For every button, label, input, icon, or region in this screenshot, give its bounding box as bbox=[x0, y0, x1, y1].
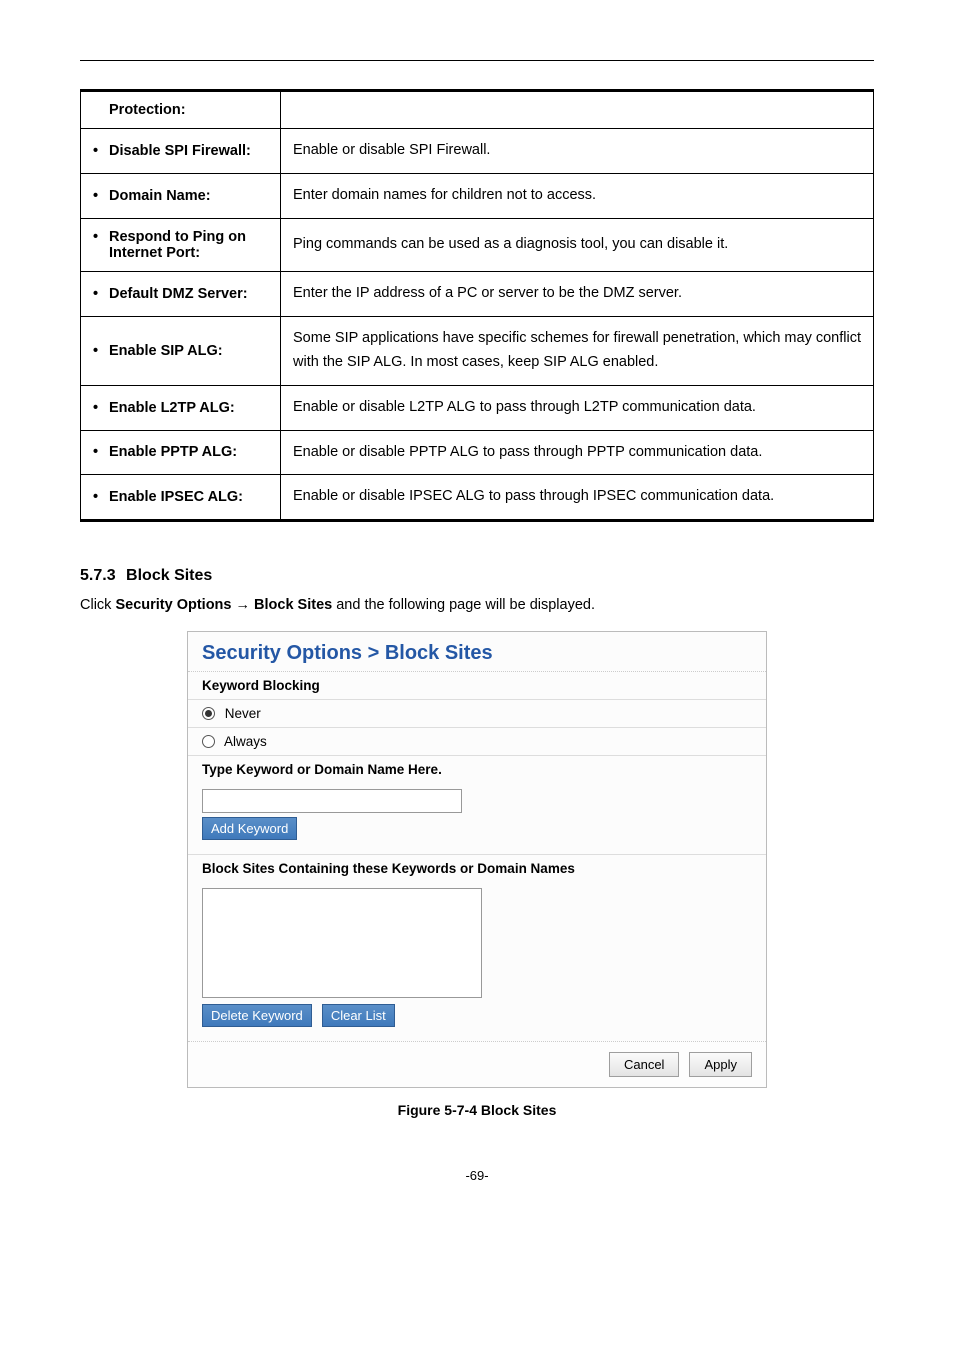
table-label: Disable SPI Firewall: bbox=[81, 129, 281, 174]
table-label: Protection: bbox=[81, 91, 281, 129]
table-label: Default DMZ Server: bbox=[81, 271, 281, 316]
radio-always[interactable] bbox=[202, 735, 215, 748]
clickpath-suffix: and the following page will be displayed… bbox=[332, 597, 595, 613]
section-title: Block Sites bbox=[126, 567, 212, 584]
table-desc: Enable or disable IPSEC ALG to pass thro… bbox=[281, 475, 874, 521]
block-sites-screenshot: Security Options > Block Sites Keyword B… bbox=[187, 631, 767, 1088]
table-desc: Enter the IP address of a PC or server t… bbox=[281, 271, 874, 316]
keyword-blocking-label: Keyword Blocking bbox=[188, 672, 766, 700]
clickpath-prefix: Click bbox=[80, 597, 115, 613]
table-label: Respond to Ping on Internet Port: bbox=[81, 218, 281, 271]
clear-list-button[interactable]: Clear List bbox=[322, 1004, 395, 1027]
always-row[interactable]: Always bbox=[188, 728, 766, 756]
table-desc: Enable or disable L2TP ALG to pass throu… bbox=[281, 385, 874, 430]
section-heading: 5.7.3 Block Sites bbox=[80, 567, 874, 585]
clickpath: Click Security Options → Block Sites and… bbox=[80, 595, 874, 617]
figure-caption: Figure 5-7-4 Block Sites bbox=[80, 1102, 874, 1118]
add-keyword-button[interactable]: Add Keyword bbox=[202, 817, 297, 840]
table-desc: Some SIP applications have specific sche… bbox=[281, 316, 874, 385]
table-desc bbox=[281, 91, 874, 129]
never-row[interactable]: Never bbox=[188, 700, 766, 728]
clickpath-bold2: Block Sites bbox=[254, 597, 332, 613]
table-desc: Enable or disable PPTP ALG to pass throu… bbox=[281, 430, 874, 475]
screenshot-footer: Cancel Apply bbox=[188, 1041, 766, 1087]
screenshot-title: Security Options > Block Sites bbox=[202, 642, 752, 665]
block-sites-label: Block Sites Containing these Keywords or… bbox=[188, 855, 766, 882]
never-label: Never bbox=[225, 706, 261, 721]
radio-never[interactable] bbox=[202, 707, 215, 720]
spec-table: Protection:Disable SPI Firewall:Enable o… bbox=[80, 89, 874, 522]
table-desc: Enter domain names for children not to a… bbox=[281, 173, 874, 218]
clickpath-arrow: → bbox=[231, 597, 254, 613]
table-label: Enable PPTP ALG: bbox=[81, 430, 281, 475]
delete-keyword-button[interactable]: Delete Keyword bbox=[202, 1004, 312, 1027]
clickpath-bold1: Security Options bbox=[115, 597, 231, 613]
section-number: 5.7.3 bbox=[80, 567, 116, 584]
table-label: Enable SIP ALG: bbox=[81, 316, 281, 385]
page-number: -69- bbox=[80, 1168, 874, 1183]
top-rule bbox=[80, 60, 874, 61]
table-label: Domain Name: bbox=[81, 173, 281, 218]
type-keyword-label: Type Keyword or Domain Name Here. bbox=[188, 756, 766, 783]
table-desc: Ping commands can be used as a diagnosis… bbox=[281, 218, 874, 271]
table-desc: Enable or disable SPI Firewall. bbox=[281, 129, 874, 174]
cancel-button[interactable]: Cancel bbox=[609, 1052, 679, 1077]
table-label: Enable IPSEC ALG: bbox=[81, 475, 281, 521]
apply-button[interactable]: Apply bbox=[689, 1052, 752, 1077]
table-label: Enable L2TP ALG: bbox=[81, 385, 281, 430]
keyword-input[interactable] bbox=[202, 789, 462, 813]
screenshot-header: Security Options > Block Sites bbox=[188, 632, 766, 672]
always-label: Always bbox=[224, 734, 267, 749]
keyword-listbox[interactable] bbox=[202, 888, 482, 998]
